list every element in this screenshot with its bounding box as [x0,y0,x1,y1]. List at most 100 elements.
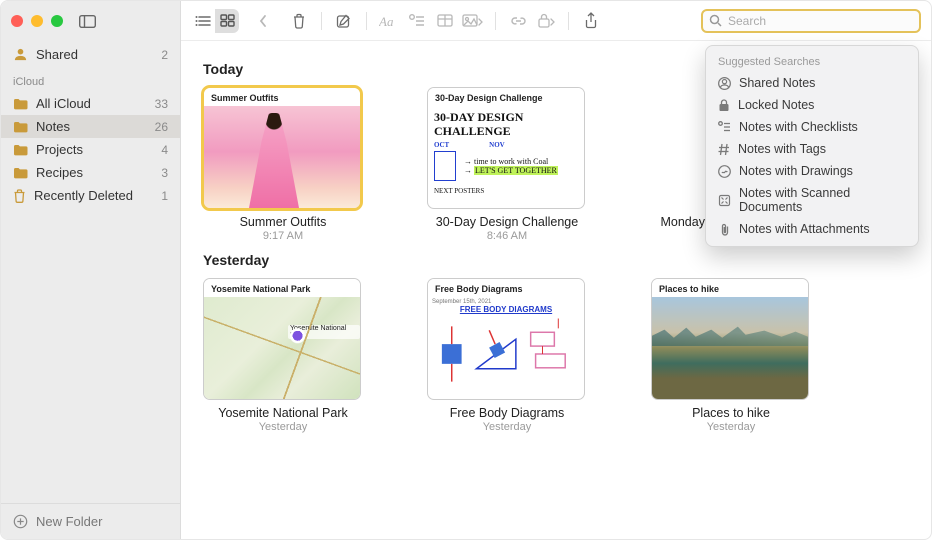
suggestion-label: Notes with Scanned Documents [739,186,906,214]
checklist-button[interactable] [405,9,429,33]
search-icon [709,14,722,27]
sidebar-item-all-icloud[interactable]: All iCloud 33 [1,92,180,115]
suggested-search-shared-notes[interactable]: Shared Notes [706,72,918,94]
note-thumbnail[interactable]: 30-Day Design Challenge30-DAY DESIGNCHAL… [427,87,585,209]
link-button[interactable] [506,9,530,33]
view-mode-segment [191,9,239,33]
sidebar-count: 33 [155,97,168,111]
share-icon [584,12,598,29]
folder-icon [13,98,28,110]
sidebar-item-recipes[interactable]: Recipes 3 [1,161,180,184]
suggestion-icon [718,223,731,236]
photo-icon [462,14,484,28]
window-titlebar [1,1,180,41]
format-button[interactable]: Aa [377,9,401,33]
note-thumbnail[interactable]: Places to hike [651,278,809,400]
note-title: Summer Outfits [203,215,363,229]
shared-icon [13,47,28,62]
folder-icon [13,167,28,179]
lock-icon [537,13,555,28]
trash-icon [13,189,26,203]
note-timestamp: Yesterday [651,421,811,433]
traffic-lights [11,15,63,27]
suggested-search-notes-with-scanned-documents[interactable]: Notes with Scanned Documents [706,182,918,218]
close-window-button[interactable] [11,15,23,27]
suggestion-label: Locked Notes [738,98,814,112]
list-view-button[interactable] [191,9,215,33]
delete-button[interactable] [287,9,311,33]
link-icon [510,14,527,28]
thumb-inline-title: 30-Day Design Challenge [428,88,584,106]
suggested-search-notes-with-attachments[interactable]: Notes with Attachments [706,218,918,240]
minimize-window-button[interactable] [31,15,43,27]
sidebar-count: 3 [161,166,168,180]
new-folder-button[interactable]: New Folder [1,503,180,539]
new-folder-label: New Folder [36,514,102,529]
main-area: Aa Suggested Searches Shared Notes Locked… [181,1,931,539]
sidebar-label: Recipes [36,165,83,180]
share-button[interactable] [579,9,603,33]
popover-header: Suggested Searches [706,52,918,72]
note-timestamp: 9:17 AM [203,230,363,242]
suggested-search-notes-with-checklists[interactable]: Notes with Checklists [706,116,918,138]
sidebar-count: 2 [161,48,168,62]
note-title: Places to hike [651,406,811,420]
suggestion-label: Notes with Drawings [739,164,853,178]
note-card[interactable]: Yosemite National Park Yosemite National … [203,278,363,433]
note-thumbnail[interactable]: Summer Outfits [203,87,361,209]
suggested-search-notes-with-drawings[interactable]: Notes with Drawings [706,160,918,182]
text-format-icon: Aa [379,14,399,28]
search-field[interactable] [701,9,921,33]
note-card[interactable]: Places to hikePlaces to hikeYesterday [651,278,811,433]
toggle-sidebar-button[interactable] [75,9,99,33]
sidebar-item-shared[interactable]: Shared 2 [1,43,180,66]
sidebar-count: 1 [161,189,168,203]
sidebar-label: All iCloud [36,96,91,111]
note-title: Yosemite National Park [203,406,363,420]
suggestion-label: Notes with Tags [738,142,826,156]
suggestion-icon [718,121,731,133]
note-thumbnail[interactable]: Free Body DiagramsSeptember 15th, 2021FR… [427,278,585,400]
thumb-inline-title: Yosemite National Park [204,279,360,297]
suggestion-icon [718,143,730,156]
back-button[interactable] [251,9,275,33]
suggestion-icon [718,165,731,178]
table-button[interactable] [433,9,457,33]
suggestion-label: Shared Notes [739,76,815,90]
plus-circle-icon [13,514,28,529]
note-card[interactable]: Free Body DiagramsSeptember 15th, 2021FR… [427,278,587,433]
new-note-button[interactable] [332,9,356,33]
gallery-view-button[interactable] [215,9,239,33]
note-timestamp: Yesterday [427,421,587,433]
suggestion-label: Notes with Checklists [739,120,858,134]
sidebar-label: Projects [36,142,83,157]
sidebar-item-notes[interactable]: Notes26 [1,115,180,138]
suggestion-icon [718,77,731,90]
lock-button[interactable] [534,9,558,33]
chevron-left-icon [258,14,268,28]
note-title: Free Body Diagrams [427,406,587,420]
search-container [701,9,921,33]
sidebar-label: Notes [36,119,70,134]
sidebar-item-projects[interactable]: Projects 4 [1,138,180,161]
search-input[interactable] [728,14,913,28]
suggestion-label: Notes with Attachments [739,222,870,236]
sidebar-item-recently-deleted[interactable]: Recently Deleted1 [1,184,180,207]
list-icon [195,15,211,27]
zoom-window-button[interactable] [51,15,63,27]
thumb-inline-title: Places to hike [652,279,808,297]
table-icon [437,14,453,27]
media-button[interactable] [461,9,485,33]
suggested-search-locked-notes[interactable]: Locked Notes [706,94,918,116]
sidebar-count: 4 [161,143,168,157]
suggested-searches-popover: Suggested Searches Shared Notes Locked No… [705,45,919,247]
note-card[interactable]: Summer OutfitsSummer Outfits9:17 AM [203,87,363,242]
note-timestamp: 8:46 AM [427,230,587,242]
suggested-search-notes-with-tags[interactable]: Notes with Tags [706,138,918,160]
note-title: 30-Day Design Challenge [427,215,587,229]
compose-icon [336,13,352,29]
note-timestamp: Yesterday [203,421,363,433]
thumb-inline-title: Free Body Diagrams [428,279,584,297]
note-card[interactable]: 30-Day Design Challenge30-DAY DESIGNCHAL… [427,87,587,242]
note-thumbnail[interactable]: Yosemite National ParkYosemite National … [203,278,361,400]
